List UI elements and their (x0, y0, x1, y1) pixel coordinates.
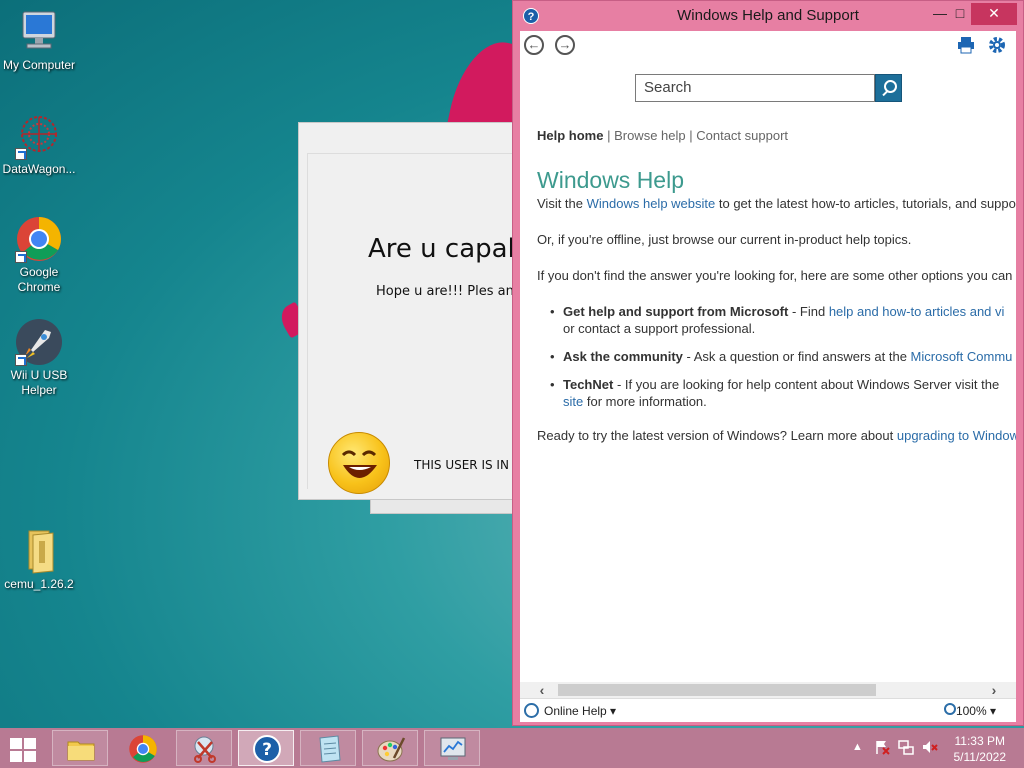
breadcrumb: Help home | Browse help | Contact suppor… (537, 128, 788, 143)
options-intro: If you don't find the answer you're look… (537, 268, 1013, 283)
search-icon[interactable] (875, 74, 902, 102)
chrome-icon (128, 734, 158, 764)
back-arrow-icon[interactable]: ← (524, 35, 544, 55)
bullet-dot: • (550, 304, 555, 319)
page-title: Windows Help (537, 167, 684, 193)
paint-palette-icon (376, 734, 406, 764)
ready-text: Ready to try the latest version of Windo… (537, 428, 897, 443)
computer-icon (15, 8, 63, 56)
desktop-icon-label: DataWagon... (2, 162, 76, 176)
help-window: ? Windows Help and Support — □ ✕ ← → Sea… (512, 0, 1024, 726)
prank-user-text: THIS USER IS IN (414, 458, 509, 472)
scrollbar-thumb[interactable] (558, 684, 876, 696)
bullet-text: - Ask a question or find answers at the (682, 349, 911, 364)
desktop-icon-label: My Computer (2, 58, 76, 72)
network-icon[interactable] (898, 739, 914, 758)
help-titlebar[interactable]: ? Windows Help and Support — □ ✕ (513, 1, 1023, 31)
shortcut-arrow-icon (15, 354, 27, 366)
prank-dialog-content: Are u capab Hope u are!!! Ples answe THI… (307, 153, 539, 494)
taskbar-notepad[interactable] (300, 730, 356, 766)
scroll-left-icon[interactable]: ‹ (534, 682, 550, 698)
status-bar: Online Help ▾ 100% ▾ (520, 698, 1016, 722)
bullet-title: Ask the community (563, 349, 683, 364)
windows-help-website-link[interactable]: Windows help website (587, 196, 716, 211)
scissors-icon (190, 734, 220, 764)
prank-heading: Are u capab (368, 234, 525, 264)
settings-gear-icon[interactable] (988, 36, 1006, 54)
help-question-icon: ? (252, 734, 282, 764)
desktop-icon-wii-u-usb-helper[interactable]: Wii U USB Helper (1, 318, 77, 398)
close-button[interactable]: ✕ (971, 3, 1017, 25)
print-icon[interactable] (957, 36, 975, 54)
forward-arrow-icon[interactable]: → (555, 35, 575, 55)
desktop-icon-datawagon[interactable]: DataWagon... (1, 112, 77, 177)
taskbar-snipping-tool[interactable] (176, 730, 232, 766)
desktop-icon-label: cemu_1.26.2 (4, 577, 74, 591)
bullet-title: TechNet (563, 377, 614, 392)
action-center-flag-icon[interactable] (874, 739, 890, 758)
desktop-icon-my-computer[interactable]: My Computer (1, 8, 77, 73)
show-hidden-icons-button[interactable]: ▲ (852, 741, 863, 753)
taskbar-system-info[interactable] (424, 730, 480, 766)
taskbar-google-chrome[interactable] (114, 730, 170, 766)
online-help-dropdown[interactable]: Online Help ▾ (544, 704, 616, 718)
desktop-icon-google-chrome[interactable]: Google Chrome (1, 215, 77, 295)
help-content-area: ← → Search Help home | Browse help | Con… (520, 31, 1016, 697)
breadcrumb-help-home[interactable]: Help home (537, 128, 603, 143)
bullet-text: - If you are looking for help content ab… (613, 377, 1000, 392)
bullet-dot: • (550, 349, 555, 364)
chrome-icon (15, 215, 63, 263)
laughing-smiley-icon (328, 432, 390, 494)
breadcrumb-browse-help[interactable]: Browse help (614, 128, 686, 143)
zoom-dropdown[interactable]: 100% ▾ (956, 704, 996, 718)
shortcut-arrow-icon (15, 148, 27, 160)
datawagon-icon (15, 112, 63, 160)
folder-icon (15, 527, 63, 575)
start-windows-icon[interactable] (8, 736, 38, 762)
clock-date: 5/11/2022 (953, 750, 1007, 764)
bullet-text-line2: for more information. (583, 394, 707, 409)
taskbar: ? ▲ 11:33 PM 5/11/2022 (0, 728, 1024, 768)
bullet-text-line2: or contact a support professional. (563, 321, 756, 336)
system-monitor-icon (438, 734, 468, 764)
dialog-shadow-window (370, 500, 520, 514)
ready-paragraph: Ready to try the latest version of Windo… (537, 428, 1016, 443)
bullet-title: Get help and support from Microsoft (563, 304, 789, 319)
clock-time: 11:33 PM (954, 734, 1005, 748)
taskbar-clock[interactable]: 11:33 PM 5/11/2022 (954, 733, 1007, 765)
svg-text:?: ? (262, 740, 272, 760)
rocket-icon (15, 318, 63, 366)
taskbar-file-explorer[interactable] (52, 730, 108, 766)
notepad-icon (314, 734, 344, 764)
scroll-right-icon[interactable]: › (986, 682, 1002, 698)
offline-paragraph: Or, if you're offline, just browse our c… (537, 232, 912, 247)
visit-text-end: to get the latest how-to articles, tutor… (715, 196, 1016, 211)
volume-muted-icon[interactable] (922, 739, 938, 758)
taskbar-windows-help[interactable]: ? (238, 730, 294, 766)
search-input[interactable]: Search (635, 74, 875, 102)
microsoft-community-link[interactable]: Microsoft Commu (911, 349, 1013, 364)
desktop-icon-label: Google Chrome (17, 265, 61, 294)
horizontal-scrollbar[interactable]: ‹ › (520, 682, 1016, 698)
prank-dialog[interactable]: Are u capab Hope u are!!! Ples answe THI… (298, 122, 539, 500)
taskbar-paint[interactable] (362, 730, 418, 766)
help-articles-link[interactable]: help and how-to articles and vi (829, 304, 1005, 319)
shortcut-arrow-icon (15, 251, 27, 263)
visit-text: Visit the (537, 196, 587, 211)
zoom-icon[interactable] (944, 703, 956, 715)
bullet-text: - Find (788, 304, 829, 319)
file-explorer-icon (66, 734, 96, 764)
technet-site-link[interactable]: site (563, 394, 583, 409)
breadcrumb-separator: | (685, 128, 697, 143)
desktop-icon-cemu-folder[interactable]: cemu_1.26.2 (1, 527, 77, 592)
visit-paragraph: Visit the Windows help website to get th… (537, 196, 1016, 211)
upgrading-windows-link[interactable]: upgrading to Window (897, 428, 1016, 443)
breadcrumb-contact-support[interactable]: Contact support (696, 128, 788, 143)
breadcrumb-separator: | (603, 128, 615, 143)
desktop-icon-label: Wii U USB Helper (10, 368, 68, 397)
bullet-dot: • (550, 377, 555, 392)
online-help-globe-icon (524, 703, 539, 718)
